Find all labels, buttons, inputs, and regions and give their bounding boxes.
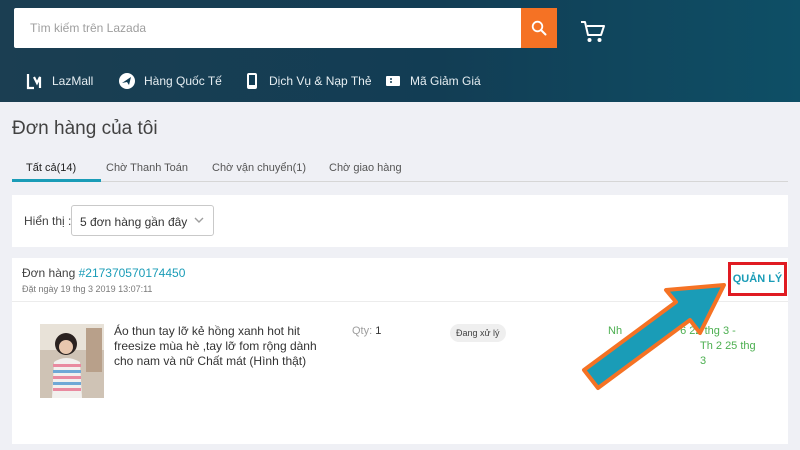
search-box bbox=[14, 8, 522, 48]
page-title: Đơn hàng của tôi bbox=[12, 118, 158, 139]
nav-bar: LazMall Hàng Quốc Tế Dịch Vụ & Nạp Thẻ M… bbox=[0, 64, 800, 100]
order-card: Đơn hàng #217370570174450 Đặt ngày 19 th… bbox=[12, 258, 788, 444]
quantity: Qty: 1 bbox=[352, 325, 381, 337]
nav-item-lazmall[interactable]: LazMall bbox=[26, 72, 93, 90]
plane-icon bbox=[118, 72, 136, 90]
cart-button[interactable] bbox=[578, 17, 608, 45]
header-bar: LazMall Hàng Quốc Tế Dịch Vụ & Nạp Thẻ M… bbox=[0, 0, 800, 102]
order-id-link[interactable]: #217370570174450 bbox=[79, 266, 186, 280]
delivery-line-1: Nh 6 22 thg 3 - bbox=[608, 325, 736, 337]
tab-all[interactable]: Tất cả(14) bbox=[26, 162, 76, 174]
order-header: Đơn hàng #217370570174450 Đặt ngày 19 th… bbox=[12, 258, 788, 302]
order-date: Đặt ngày 19 thg 3 2019 13:07:11 bbox=[22, 284, 153, 294]
lazmall-icon bbox=[26, 72, 44, 90]
product-name[interactable]: Áo thun tay lỡ kẻ hồng xanh hot hit free… bbox=[114, 324, 339, 369]
search-button[interactable] bbox=[521, 8, 557, 48]
nav-item-label: Mã Giảm Giá bbox=[410, 74, 481, 88]
order-label: Đơn hàng bbox=[22, 266, 76, 280]
filter-label: Hiển thị : bbox=[24, 214, 72, 228]
phone-icon bbox=[243, 72, 261, 90]
product-thumbnail[interactable] bbox=[40, 324, 104, 398]
delivery-line-2: Th 2 25 thg 3 bbox=[700, 340, 756, 367]
chevron-down-icon bbox=[194, 217, 204, 223]
tab-awaiting-delivery[interactable]: Chờ giao hàng bbox=[329, 162, 402, 174]
nav-item-international[interactable]: Hàng Quốc Tế bbox=[118, 72, 222, 90]
search-input[interactable] bbox=[14, 8, 522, 48]
manage-highlight-box: QUẢN LÝ bbox=[728, 262, 787, 296]
cart-icon bbox=[581, 21, 605, 42]
voucher-icon bbox=[384, 72, 402, 90]
status-badge: Đang xử lý bbox=[450, 324, 506, 342]
tab-awaiting-shipment[interactable]: Chờ vận chuyển(1) bbox=[212, 162, 306, 174]
delivery-estimate: Nh 6 22 thg 3 - Th 2 25 thg 3 bbox=[608, 324, 758, 369]
search-icon bbox=[531, 20, 547, 36]
quantity-label: Qty: bbox=[352, 325, 373, 337]
tab-awaiting-payment[interactable]: Chờ Thanh Toán bbox=[106, 162, 188, 174]
filter-panel: Hiển thị : 5 đơn hàng gần đây bbox=[12, 195, 788, 247]
order-count-select-value: 5 đơn hàng gần đây bbox=[80, 215, 188, 229]
nav-item-label: LazMall bbox=[52, 74, 94, 88]
order-number: Đơn hàng #217370570174450 bbox=[22, 266, 185, 280]
order-tabs: Tất cả(14) Chờ Thanh Toán Chờ vận chuyển… bbox=[12, 160, 788, 182]
nav-item-label: Dịch Vụ & Nạp Thẻ bbox=[269, 74, 372, 88]
quantity-value: 1 bbox=[375, 325, 382, 337]
active-tab-indicator bbox=[12, 179, 101, 182]
nav-item-label: Hàng Quốc Tế bbox=[144, 74, 222, 88]
nav-item-vouchers[interactable]: Mã Giảm Giá bbox=[384, 72, 481, 90]
manage-button[interactable]: QUẢN LÝ bbox=[733, 273, 783, 285]
order-count-select[interactable]: 5 đơn hàng gần đây bbox=[71, 205, 214, 236]
nav-item-services[interactable]: Dịch Vụ & Nạp Thẻ bbox=[243, 72, 372, 90]
